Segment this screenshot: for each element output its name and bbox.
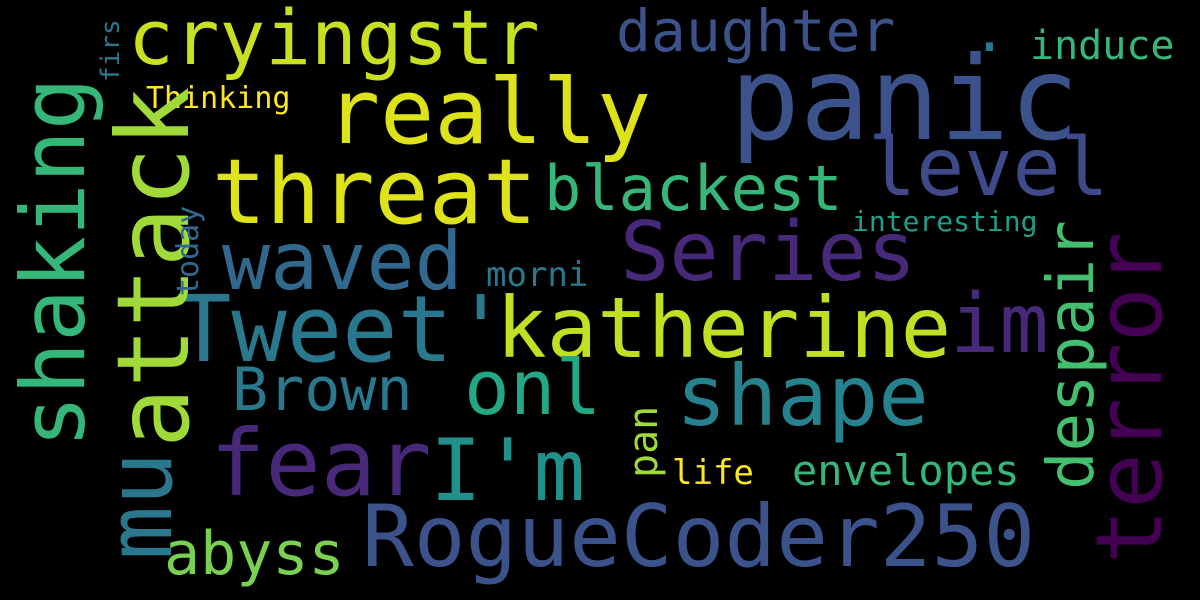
word-onl: onl — [464, 343, 602, 432]
word-life: life — [672, 453, 754, 493]
word-dot: . — [972, 0, 1007, 65]
word-today: today — [171, 205, 206, 296]
word-firs: firs — [96, 19, 126, 82]
word-shaking: shaking — [2, 77, 105, 448]
word-pan: pan — [621, 405, 667, 478]
word-terror: terror — [1076, 231, 1183, 564]
word-cloud: panic cryingstr really daughter . induce… — [0, 0, 1200, 600]
word-im: im — [950, 277, 1049, 372]
word-mu: mu — [88, 451, 193, 560]
word-daughter: daughter — [616, 0, 896, 65]
word-shape: shape — [676, 347, 929, 445]
word-level: level — [868, 121, 1109, 214]
word-envelopes: envelopes — [792, 446, 1020, 495]
word-induce: induce — [1030, 23, 1175, 69]
word-roguecoder250: RogueCoder250 — [362, 487, 1036, 587]
